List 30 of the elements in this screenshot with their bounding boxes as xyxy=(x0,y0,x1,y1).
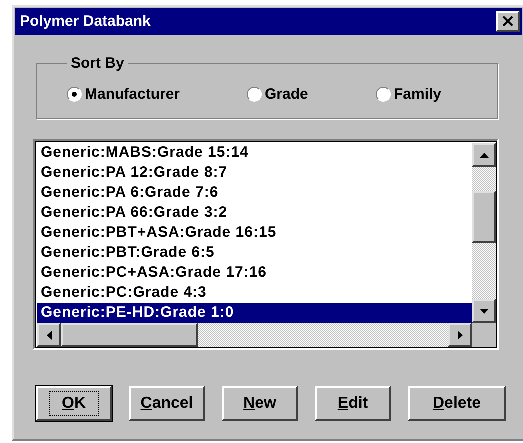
radio-option[interactable]: Grade xyxy=(247,86,376,103)
dialog-button[interactable]: Edit xyxy=(315,386,391,421)
vertical-scrollbar[interactable] xyxy=(472,143,496,323)
list-item[interactable]: Generic:PA 66:Grade 3:2 xyxy=(37,203,472,223)
dialog-button[interactable]: Delete xyxy=(408,386,506,421)
list-item[interactable]: Generic:PA 6:Grade 7:6 xyxy=(37,183,472,203)
radio-option[interactable]: Manufacturer xyxy=(67,86,247,103)
group-label: Sort By xyxy=(70,55,126,72)
close-button[interactable]: × xyxy=(496,11,520,32)
up-arrow-icon xyxy=(480,152,488,158)
horizontal-scrollbar[interactable] xyxy=(37,323,472,347)
list-item[interactable]: Generic:PE-HD:Grade 1:0 xyxy=(37,303,472,323)
scrollbar-corner xyxy=(472,323,496,347)
list-item[interactable]: Generic:PBT:Grade 6:5 xyxy=(37,243,472,263)
scroll-thumb[interactable] xyxy=(472,191,496,243)
list-item[interactable]: Generic:MABS:Grade 15:14 xyxy=(37,143,472,163)
list-item[interactable]: Generic:PA 12:Grade 8:7 xyxy=(37,163,472,183)
dialog-button[interactable]: Cancel xyxy=(129,386,205,421)
window-title: Polymer Databank xyxy=(20,13,151,30)
list-item[interactable]: Generic:PC+ASA:Grade 17:16 xyxy=(37,263,472,283)
dialog-button[interactable]: OK xyxy=(36,386,112,421)
scroll-track[interactable] xyxy=(472,167,496,191)
list-item[interactable]: Generic:PBT+ASA:Grade 16:15 xyxy=(37,223,472,243)
down-arrow-icon xyxy=(480,308,488,314)
radio-option[interactable]: Family xyxy=(376,86,442,103)
list-item[interactable]: Generic:PC:Grade 4:3 xyxy=(37,283,472,303)
dialog-button[interactable]: New xyxy=(222,386,298,421)
left-arrow-icon xyxy=(46,330,52,340)
scroll-thumb[interactable] xyxy=(61,323,198,347)
right-arrow-icon xyxy=(458,330,462,340)
